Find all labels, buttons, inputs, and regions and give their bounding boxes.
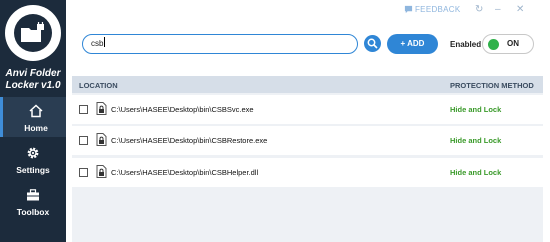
close-icon[interactable]: ✕ [516, 4, 524, 15]
file-path: C:\Users\HASEE\Desktop\bin\CSBHelper.dll [111, 168, 259, 177]
search-button[interactable] [364, 35, 381, 52]
sidebar-item-label: Home [24, 123, 48, 133]
home-icon [29, 104, 43, 118]
file-path: C:\Users\HASEE\Desktop\bin\CSBRestore.ex… [111, 136, 268, 145]
sidebar-item-label: Toolbox [16, 207, 50, 217]
chat-icon [404, 5, 413, 14]
protected-items-table: LOCATION PROTECTION METHOD C:\Users\HASE… [72, 76, 543, 242]
file-path: C:\Users\HASEE\Desktop\bin\CSBSvc.exe [111, 105, 254, 114]
sidebar-item-toolbox[interactable]: Toolbox [0, 181, 66, 221]
table-header: LOCATION PROTECTION METHOD [72, 76, 543, 93]
locked-file-icon [96, 133, 107, 146]
add-button[interactable]: + ADD [387, 34, 438, 54]
column-header-protection: PROTECTION METHOD [450, 81, 534, 90]
row-checkbox[interactable] [79, 136, 88, 145]
toggle-knob [488, 39, 499, 50]
sidebar-item-label: Settings [16, 165, 50, 175]
enabled-label: Enabled [450, 40, 482, 49]
sidebar-item-settings[interactable]: Settings [0, 139, 66, 179]
table-row[interactable]: C:\Users\HASEE\Desktop\bin\CSBSvc.exe Hi… [72, 95, 543, 124]
table-row[interactable]: C:\Users\HASEE\Desktop\bin\CSBRestore.ex… [72, 126, 543, 155]
sidebar-item-home[interactable]: Home [0, 97, 66, 137]
minimize-icon[interactable]: – [495, 4, 501, 15]
folder-lock-icon [21, 22, 44, 42]
app-title: Anvi Folder Locker v1.0 [5, 68, 61, 91]
search-input[interactable]: csb [82, 34, 358, 54]
toggle-label: ON [507, 39, 519, 48]
sidebar: Anvi Folder Locker v1.0 Home Settings To… [0, 0, 66, 242]
toolbox-icon [27, 189, 39, 201]
table-row[interactable]: C:\Users\HASEE\Desktop\bin\CSBHelper.dll… [72, 158, 543, 187]
protection-method[interactable]: Hide and Lock [450, 168, 501, 177]
row-checkbox[interactable] [79, 105, 88, 114]
protection-method[interactable]: Hide and Lock [450, 136, 501, 145]
app-logo [5, 5, 61, 61]
enable-toggle[interactable]: ON [482, 34, 534, 54]
column-header-location: LOCATION [79, 81, 118, 90]
locked-file-icon [96, 165, 107, 178]
gear-icon [27, 147, 39, 159]
feedback-link[interactable]: FEEDBACK [404, 5, 461, 14]
search-icon [367, 38, 378, 49]
locked-file-icon [96, 102, 107, 115]
title-bar: FEEDBACK ↻ – ✕ [66, 0, 550, 22]
refresh-icon[interactable]: ↻ [475, 4, 483, 15]
row-checkbox[interactable] [79, 168, 88, 177]
protection-method[interactable]: Hide and Lock [450, 105, 501, 114]
